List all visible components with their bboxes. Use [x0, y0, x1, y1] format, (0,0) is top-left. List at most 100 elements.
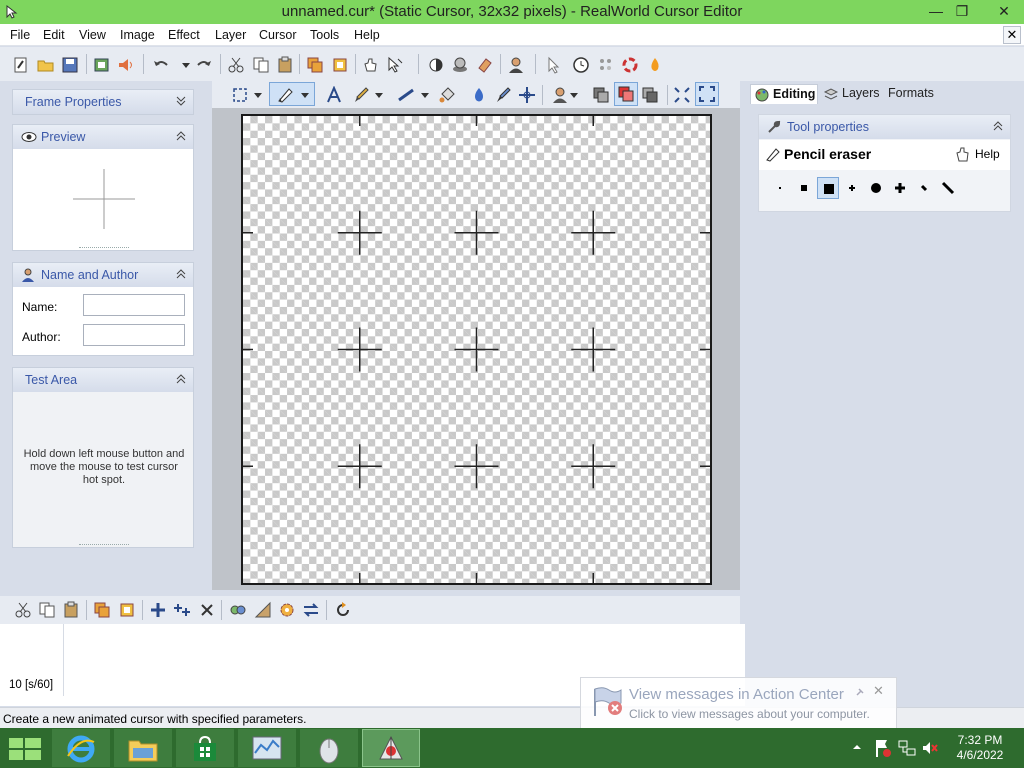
taskbar-realworld-cursor-editor[interactable]	[362, 729, 420, 767]
paste-icon[interactable]	[276, 56, 294, 74]
brush-size-option[interactable]	[793, 177, 815, 199]
color-dropper-icon[interactable]	[470, 86, 488, 104]
brush-size-option[interactable]	[937, 177, 959, 199]
brush-size-option[interactable]	[841, 177, 863, 199]
frame-import-icon[interactable]	[118, 601, 136, 619]
dropdown-arrow-icon[interactable]	[569, 86, 579, 104]
text-tool-icon[interactable]	[325, 86, 343, 104]
dropdown-arrow-icon[interactable]	[253, 86, 263, 104]
collapse-chevron-icon[interactable]	[992, 120, 1004, 132]
delete-frame-icon[interactable]	[198, 601, 216, 619]
minimize-button[interactable]: —	[922, 0, 950, 22]
add-frames-icon[interactable]	[173, 601, 191, 619]
sound-icon[interactable]	[117, 56, 135, 74]
pin-icon[interactable]	[854, 686, 866, 698]
action-center-notification[interactable]: View messages in Action Center Click to …	[580, 677, 897, 730]
collapse-chevron-icon[interactable]	[175, 373, 187, 385]
new-icon[interactable]	[12, 56, 30, 74]
brush-size-option[interactable]	[865, 177, 887, 199]
play-animation-icon[interactable]	[334, 601, 352, 619]
brush-size-option[interactable]	[889, 177, 911, 199]
line-tool-icon[interactable]	[397, 86, 415, 104]
tab-editing[interactable]: Editing	[750, 84, 818, 104]
frames-icon[interactable]	[331, 56, 349, 74]
taskbar-file-explorer[interactable]	[114, 729, 172, 767]
shrink-selection-icon[interactable]	[673, 86, 691, 104]
contrast-icon[interactable]	[427, 56, 445, 74]
frame-properties-header[interactable]: Frame Properties	[13, 90, 193, 114]
name-author-header[interactable]: Name and Author	[13, 263, 193, 287]
person-color-icon[interactable]	[551, 86, 569, 104]
menu-view[interactable]: View	[79, 28, 106, 42]
frame-settings-icon[interactable]	[278, 601, 296, 619]
resize-grip[interactable]	[79, 247, 129, 249]
frame-cut-icon[interactable]	[14, 601, 32, 619]
tab-formats[interactable]: Formats	[886, 84, 944, 104]
layer-front-icon[interactable]	[641, 86, 659, 104]
menu-file[interactable]: File	[10, 28, 30, 42]
collapse-chevron-icon[interactable]	[175, 268, 187, 280]
frame-duplicate-icon[interactable]	[93, 601, 111, 619]
test-area-hint[interactable]: Hold down left mouse button and move the…	[23, 448, 185, 487]
user-icon[interactable]	[507, 56, 525, 74]
dropdown-arrow-icon[interactable]	[420, 86, 430, 104]
grid-toggle-button[interactable]	[695, 82, 719, 106]
action-center-flag-icon[interactable]	[874, 738, 892, 758]
undo-icon[interactable]	[152, 56, 170, 74]
eraser-effect-icon[interactable]	[476, 56, 494, 74]
brush-size-option[interactable]	[913, 177, 935, 199]
brush-icon[interactable]	[352, 86, 370, 104]
menu-help[interactable]: Help	[354, 28, 380, 42]
author-field[interactable]	[83, 324, 185, 346]
pencil-eraser-tool-button[interactable]	[269, 82, 315, 106]
taskbar-store[interactable]	[176, 729, 234, 767]
pointer-icon[interactable]	[545, 56, 563, 74]
expand-chevron-icon[interactable]	[175, 95, 187, 107]
notification-close-button[interactable]: ✕	[873, 683, 884, 699]
tab-layers[interactable]: Layers	[822, 84, 884, 104]
menu-cursor[interactable]: Cursor	[259, 28, 297, 42]
brush-size-option[interactable]	[769, 177, 791, 199]
show-hidden-icons-chevron[interactable]	[852, 742, 862, 752]
frame-copy-icon[interactable]	[38, 601, 56, 619]
collapse-chevron-icon[interactable]	[175, 130, 187, 142]
duplicate-icon[interactable]	[306, 56, 324, 74]
menu-tools[interactable]: Tools	[310, 28, 339, 42]
name-field[interactable]	[83, 294, 185, 316]
hotspot-icon[interactable]	[518, 86, 536, 104]
add-frame-icon[interactable]	[149, 601, 167, 619]
volume-muted-icon[interactable]	[921, 739, 939, 757]
taskbar-task-manager[interactable]	[238, 729, 296, 767]
test-area-header[interactable]: Test Area	[13, 368, 193, 392]
help-link[interactable]: Help	[975, 147, 1000, 161]
open-folder-icon[interactable]	[37, 56, 55, 74]
start-button[interactable]	[0, 729, 50, 767]
working-dots-icon[interactable]	[597, 56, 615, 74]
taskbar-internet-explorer[interactable]	[52, 729, 110, 767]
brush-size-option[interactable]	[817, 177, 839, 199]
frame-paste-icon[interactable]	[62, 601, 80, 619]
frame-thumbnail[interactable]: 10 [s/60]	[0, 624, 64, 696]
restore-button[interactable]: ❐	[948, 0, 976, 22]
cursor-wizard-icon[interactable]	[386, 56, 404, 74]
menu-image[interactable]: Image	[120, 28, 155, 42]
undo-dropdown-icon[interactable]	[177, 56, 195, 74]
menu-effect[interactable]: Effect	[168, 28, 200, 42]
frame-effects-icon[interactable]	[229, 601, 247, 619]
copy-icon[interactable]	[252, 56, 270, 74]
busy-clock-icon[interactable]	[572, 56, 590, 74]
shadow-icon[interactable]	[451, 56, 469, 74]
redo-icon[interactable]	[195, 56, 213, 74]
preview-header[interactable]: Preview	[13, 125, 193, 149]
taskbar-mouse-settings[interactable]	[300, 729, 358, 767]
clock[interactable]: 7:32 PM 4/6/2022	[950, 733, 1010, 763]
spinner-icon[interactable]	[621, 56, 639, 74]
menu-edit[interactable]: Edit	[43, 28, 65, 42]
network-icon[interactable]	[898, 739, 916, 757]
close-button[interactable]: ✕	[990, 0, 1018, 22]
tool-properties-header[interactable]: Tool properties	[759, 115, 1010, 139]
document-close-button[interactable]: ✕	[1003, 26, 1021, 44]
selection-icon[interactable]	[231, 86, 249, 104]
eyedropper-icon[interactable]	[494, 86, 512, 104]
hand-icon[interactable]	[362, 56, 380, 74]
